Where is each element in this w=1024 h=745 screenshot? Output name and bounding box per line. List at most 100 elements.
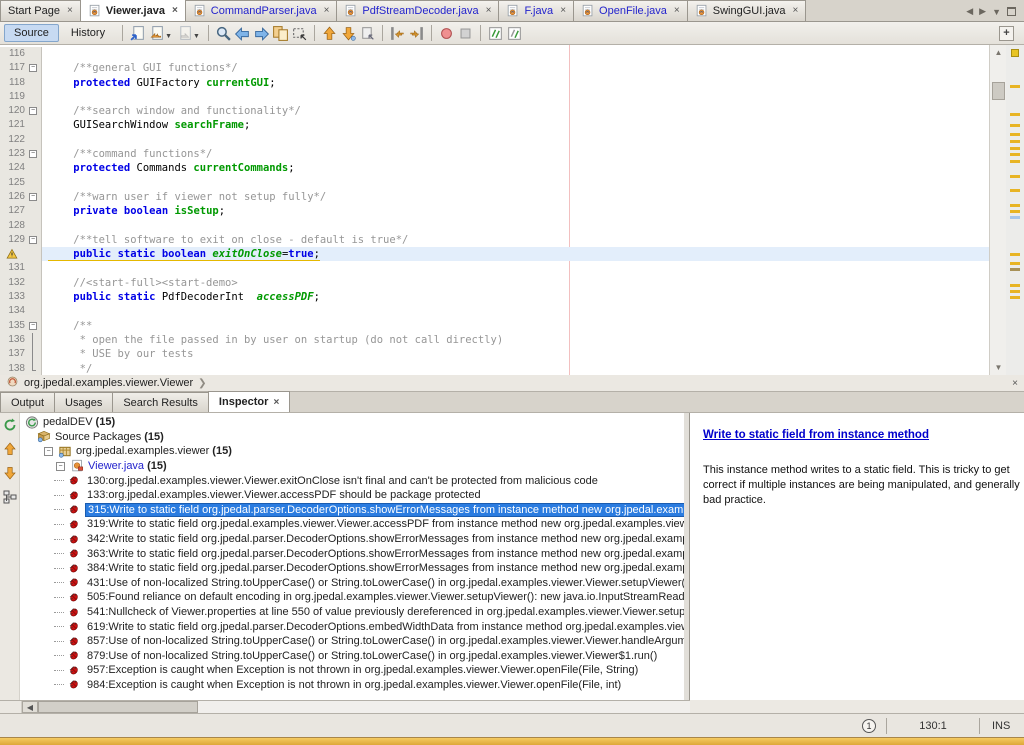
source-view-button[interactable]: Source bbox=[4, 24, 59, 42]
tab-close-icon[interactable]: × bbox=[273, 397, 279, 408]
code-editor[interactable]: 116117− /**general GUI functions*/118 pr… bbox=[0, 45, 1024, 375]
code-text[interactable]: GUISearchWindow searchFrame; bbox=[42, 118, 1006, 132]
code-line[interactable]: 126− /**warn user if viewer not setup fu… bbox=[0, 190, 1006, 204]
bottom-tab-inspector[interactable]: Inspector× bbox=[208, 391, 290, 412]
split-editor-button[interactable]: + bbox=[999, 26, 1014, 41]
shift-line-left-icon[interactable] bbox=[388, 24, 407, 43]
code-line[interactable]: 123− /**command functions*/ bbox=[0, 147, 1006, 161]
warning-item[interactable]: 505:Found reliance on default encoding i… bbox=[20, 590, 684, 605]
code-text[interactable]: /**tell software to exit on close - defa… bbox=[42, 233, 1006, 247]
hscrollbar-track[interactable] bbox=[198, 701, 690, 713]
error-stripe-mark[interactable] bbox=[1010, 216, 1020, 219]
code-line[interactable]: 116 bbox=[0, 47, 1006, 61]
error-stripe-mark[interactable] bbox=[1010, 262, 1020, 265]
code-text[interactable]: /** bbox=[42, 319, 1006, 333]
rectangular-selection-icon[interactable] bbox=[290, 24, 309, 43]
code-text[interactable]: * USE by our tests bbox=[42, 347, 1006, 361]
next-warning-icon[interactable] bbox=[1, 464, 19, 482]
toggle-bookmark-icon[interactable] bbox=[358, 24, 377, 43]
tab-list-dropdown-icon[interactable]: ▼ bbox=[992, 7, 1001, 17]
dropdown-arrow-icon[interactable]: ▼ bbox=[165, 33, 172, 40]
find-selection-icon[interactable] bbox=[214, 24, 233, 43]
error-stripe-mark[interactable] bbox=[1010, 147, 1020, 150]
error-stripe-mark[interactable] bbox=[1010, 268, 1020, 271]
comment-icon[interactable] bbox=[486, 24, 505, 43]
warning-item[interactable]: 541:Nullcheck of Viewer.properties at li… bbox=[20, 605, 684, 620]
tab-close-icon[interactable]: × bbox=[324, 6, 330, 16]
warning-item[interactable]: 857:Use of non-localized String.toUpperC… bbox=[20, 634, 684, 649]
hscrollbar-thumb[interactable] bbox=[38, 701, 198, 713]
code-text[interactable]: /**warn user if viewer not setup fully*/ bbox=[42, 190, 1006, 204]
code-line[interactable]: 135− /** bbox=[0, 319, 1006, 333]
shift-line-right-icon[interactable] bbox=[407, 24, 426, 43]
code-text[interactable] bbox=[42, 176, 1006, 190]
last-edit-location-icon[interactable] bbox=[128, 24, 147, 43]
error-stripe-mark[interactable] bbox=[1010, 113, 1020, 116]
tab-close-icon[interactable]: × bbox=[67, 6, 73, 16]
error-stripe[interactable] bbox=[1006, 45, 1024, 375]
uncomment-icon[interactable] bbox=[505, 24, 524, 43]
code-text[interactable]: /**search window and functionality*/ bbox=[42, 104, 1006, 118]
code-line[interactable]: 124 protected Commands currentCommands; bbox=[0, 161, 1006, 175]
bottom-tab-search-results[interactable]: Search Results bbox=[112, 392, 209, 412]
collapse-handle-icon[interactable]: − bbox=[44, 447, 53, 456]
code-text[interactable]: protected Commands currentCommands; bbox=[42, 161, 1006, 175]
fold-column[interactable]: − bbox=[25, 104, 41, 118]
error-stripe-mark[interactable] bbox=[1010, 253, 1020, 256]
code-line[interactable]: 129− /**tell software to exit on close -… bbox=[0, 233, 1006, 247]
code-line[interactable]: 120− /**search window and functionality*… bbox=[0, 104, 1006, 118]
code-text[interactable]: /**command functions*/ bbox=[42, 147, 1006, 161]
warning-item[interactable]: 957:Exception is caught when Exception i… bbox=[20, 663, 684, 678]
code-text[interactable]: protected GUIFactory currentGUI; bbox=[42, 76, 1006, 90]
code-line[interactable]: 137 * USE by our tests bbox=[0, 347, 1006, 361]
editor-tab[interactable]: F.java× bbox=[498, 0, 574, 21]
code-text[interactable]: private boolean isSetup; bbox=[42, 204, 1006, 218]
code-text[interactable]: * open the file passed in by user on sta… bbox=[42, 333, 1006, 347]
warning-item[interactable]: 315:Write to static field org.jpedal.par… bbox=[20, 503, 684, 518]
refresh-icon[interactable] bbox=[1, 416, 19, 434]
code-text[interactable]: public static boolean exitOnClose=true; bbox=[42, 247, 1006, 261]
code-line[interactable]: 128 bbox=[0, 219, 1006, 233]
error-stripe-mark[interactable] bbox=[1010, 189, 1020, 192]
fold-column[interactable]: − bbox=[25, 319, 41, 333]
error-stripe-mark[interactable] bbox=[1010, 153, 1020, 156]
warning-item[interactable]: 619:Write to static field org.jpedal.par… bbox=[20, 619, 684, 634]
fold-column[interactable]: − bbox=[25, 61, 41, 75]
code-line[interactable]: 118 protected GUIFactory currentGUI; bbox=[0, 76, 1006, 90]
code-line[interactable]: 138 */ bbox=[0, 362, 1006, 375]
code-text[interactable]: //<start-full><start-demo> bbox=[42, 276, 1006, 290]
code-text[interactable] bbox=[42, 90, 1006, 104]
warning-item[interactable]: 431:Use of non-localized String.toUpperC… bbox=[20, 576, 684, 591]
chevron-right-icon[interactable]: ❯ bbox=[198, 378, 206, 389]
fold-column[interactable]: − bbox=[25, 233, 41, 247]
error-stripe-mark[interactable] bbox=[1010, 160, 1020, 163]
code-text[interactable] bbox=[42, 47, 1006, 61]
error-stripe-mark[interactable] bbox=[1010, 204, 1020, 207]
breadcrumb-item[interactable]: org.jpedal.examples.viewer.Viewer bbox=[24, 377, 193, 389]
maximize-window-icon[interactable] bbox=[1007, 7, 1016, 16]
editor-tab[interactable]: Viewer.java× bbox=[80, 0, 186, 21]
code-text[interactable] bbox=[42, 133, 1006, 147]
editor-tab[interactable]: PdfStreamDecoder.java× bbox=[336, 0, 499, 21]
fold-collapse-icon[interactable]: − bbox=[29, 236, 37, 244]
scroll-down-icon[interactable]: ▼ bbox=[990, 360, 1007, 375]
fold-collapse-icon[interactable]: − bbox=[29, 64, 37, 72]
scroll-tabs-right-icon[interactable]: ▶ bbox=[979, 6, 986, 17]
code-line[interactable]: 117− /**general GUI functions*/ bbox=[0, 61, 1006, 75]
editor-tab[interactable]: SwingGUI.java× bbox=[687, 0, 807, 21]
code-line[interactable]: 134 bbox=[0, 304, 1006, 318]
next-bookmark-icon[interactable] bbox=[339, 24, 358, 43]
code-line[interactable]: 136 * open the file passed in by user on… bbox=[0, 333, 1006, 347]
fold-column[interactable]: − bbox=[25, 190, 41, 204]
history-view-button[interactable]: History bbox=[61, 24, 115, 42]
warning-item[interactable]: 319:Write to static field org.jpedal.exa… bbox=[20, 517, 684, 532]
tab-close-icon[interactable]: × bbox=[560, 6, 566, 16]
code-line[interactable]: 119 bbox=[0, 90, 1006, 104]
tree-view-icon[interactable] bbox=[1, 488, 19, 506]
breadcrumb-close-icon[interactable]: × bbox=[1012, 378, 1018, 389]
code-text[interactable]: public static PdfDecoderInt accessPDF; bbox=[42, 290, 1006, 304]
find-next-icon[interactable] bbox=[252, 24, 271, 43]
tree-node[interactable]: −Viewer.java(15) bbox=[20, 459, 684, 474]
collapse-handle-icon[interactable]: − bbox=[56, 462, 65, 471]
panel-splitter[interactable] bbox=[684, 413, 690, 700]
